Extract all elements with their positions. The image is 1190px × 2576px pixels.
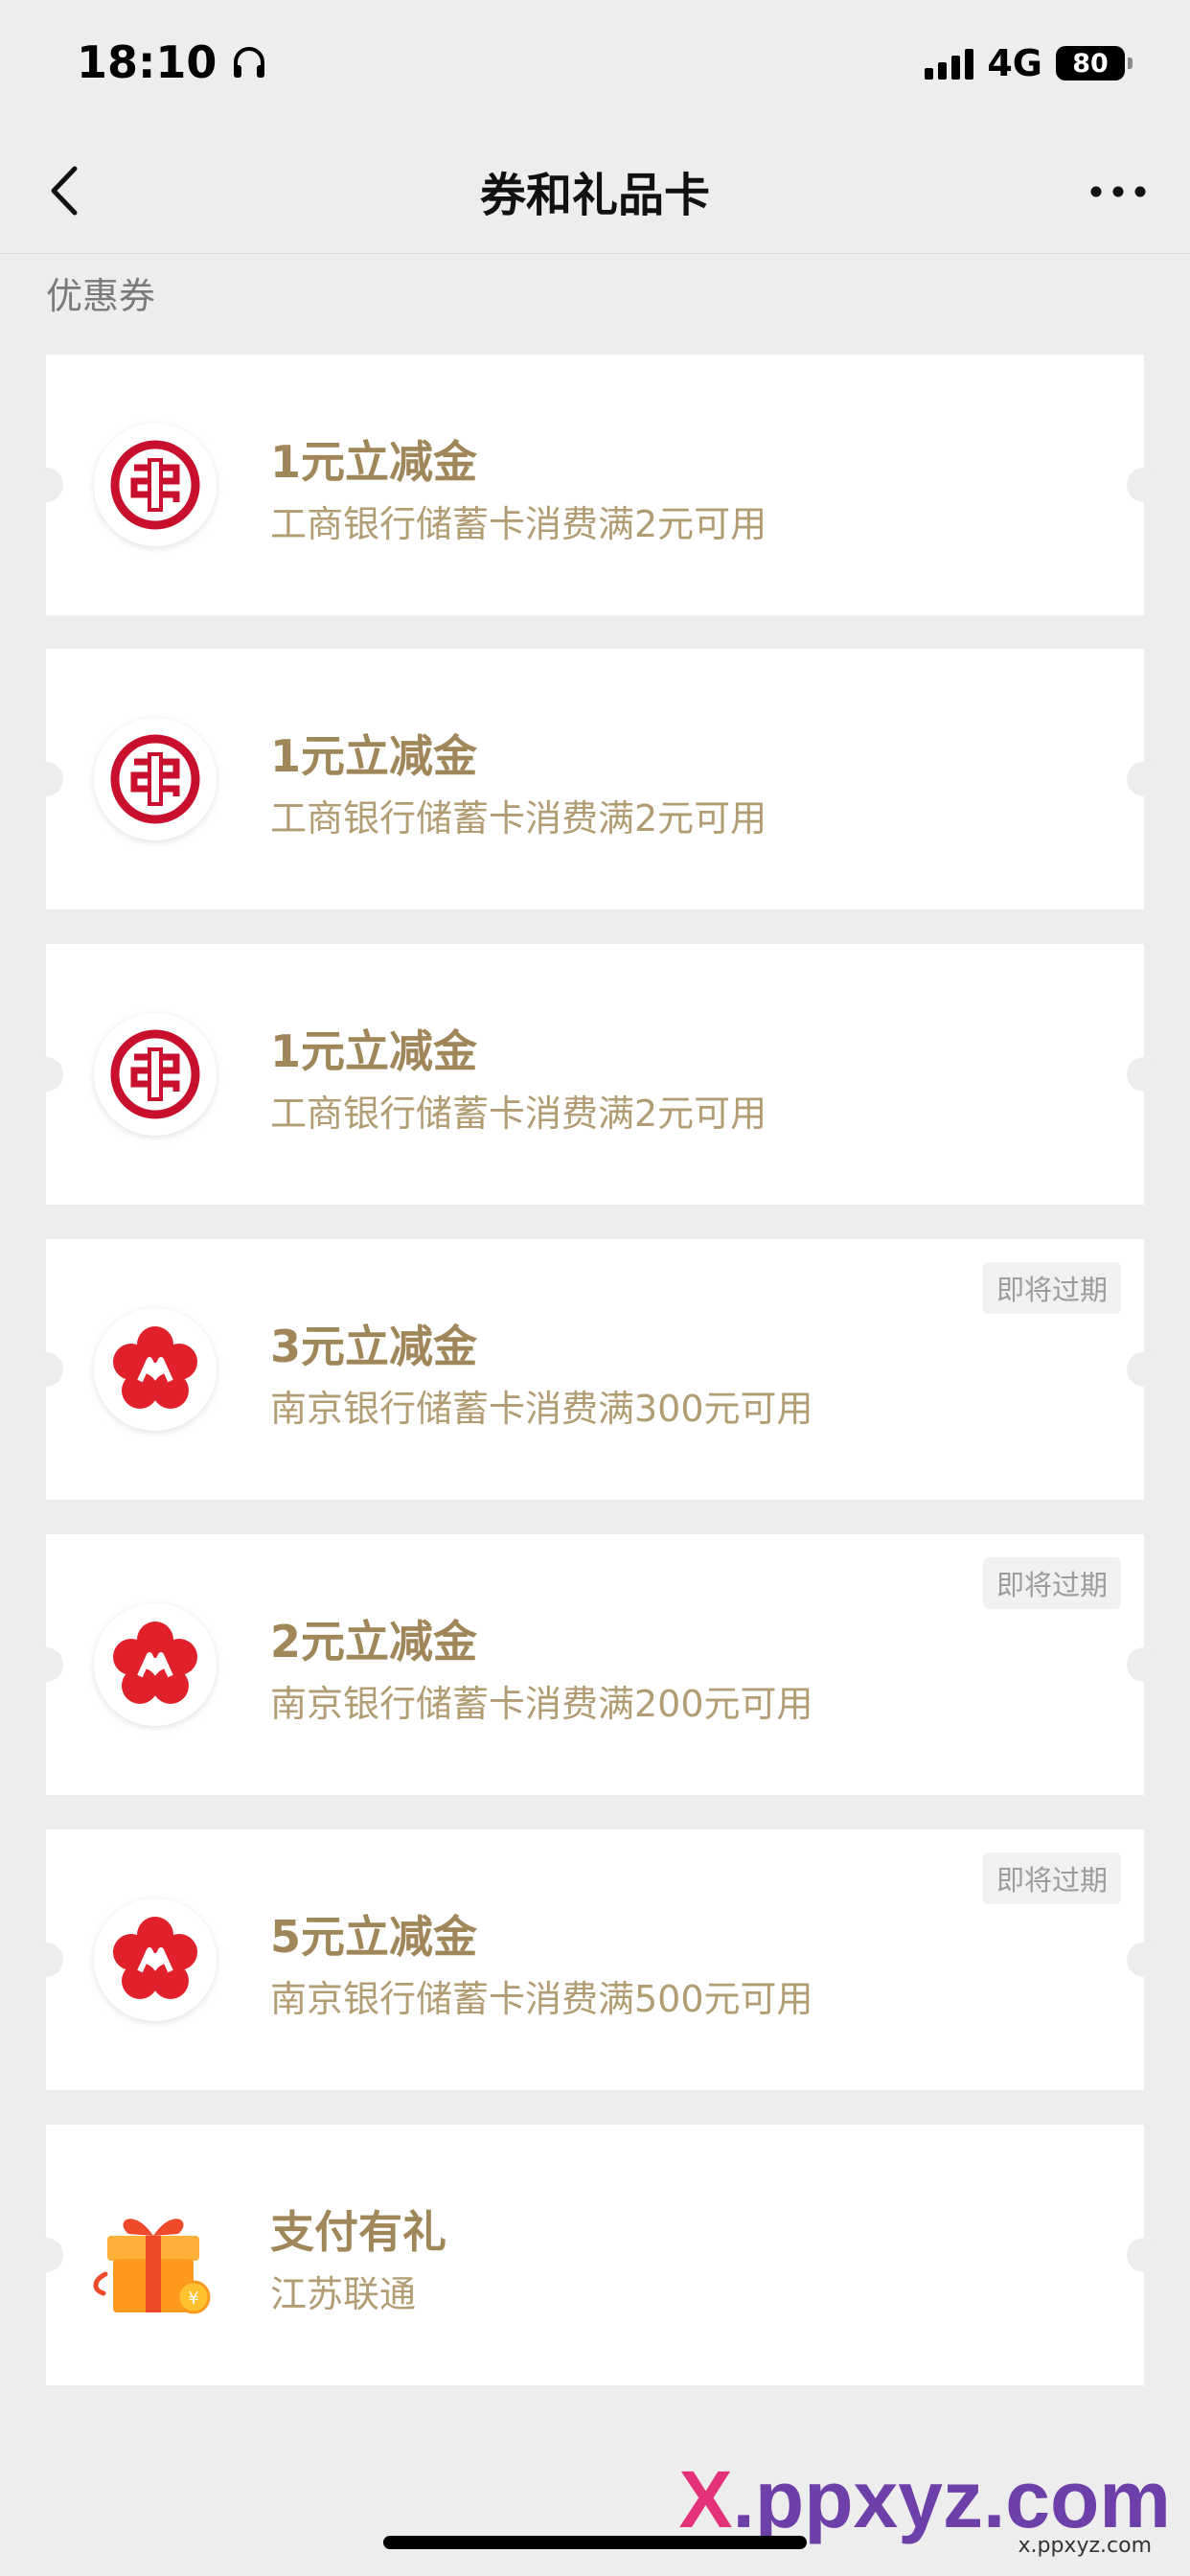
card-notch xyxy=(29,1352,63,1387)
bank-of-nanjing-logo-icon xyxy=(94,1308,217,1431)
card-notch xyxy=(1127,2238,1161,2272)
headphones-icon xyxy=(234,47,265,78)
site-watermark: X.ppxyz.com xyxy=(679,2453,1171,2546)
coupon-card[interactable]: ¥ 支付有礼 江苏联通 xyxy=(29,2125,1161,2385)
coupon-title: 支付有礼 xyxy=(270,2206,446,2258)
coupon-description: 工商银行储蓄卡消费满2元可用 xyxy=(270,1092,767,1135)
coupon-card[interactable]: 1元立减金 工商银行储蓄卡消费满2元可用 xyxy=(29,649,1161,909)
coupon-title: 1元立减金 xyxy=(270,436,478,488)
coupon-description: 工商银行储蓄卡消费满2元可用 xyxy=(270,797,767,840)
clock-text: 18:10 xyxy=(77,36,217,88)
expiring-soon-badge: 即将过期 xyxy=(982,1557,1121,1609)
coupon-description: 南京银行储蓄卡消费满500元可用 xyxy=(270,1978,813,2020)
icbc-logo-icon xyxy=(94,718,217,840)
coupon-title: 1元立减金 xyxy=(270,730,478,782)
card-notch xyxy=(29,1057,63,1092)
network-type: 4G xyxy=(987,42,1042,84)
bank-of-nanjing-logo-icon xyxy=(94,1898,217,2021)
icbc-logo-icon xyxy=(94,1013,217,1136)
expiring-soon-badge: 即将过期 xyxy=(982,1852,1121,1904)
coupon-card[interactable]: 即将过期 3元立减金 南京银行储蓄卡消费满300元可用 xyxy=(29,1239,1161,1500)
expiring-soon-badge: 即将过期 xyxy=(982,1262,1121,1314)
cellular-signal-icon xyxy=(925,47,974,80)
gift-box-icon: ¥ xyxy=(93,2219,211,2314)
home-indicator[interactable] xyxy=(383,2536,807,2549)
card-notch xyxy=(1127,468,1161,502)
svg-text:¥: ¥ xyxy=(188,2288,198,2309)
icbc-logo-icon xyxy=(94,424,217,546)
coupon-card[interactable]: 即将过期 5元立减金 南京银行储蓄卡消费满500元可用 xyxy=(29,1829,1161,2090)
coupon-description: 南京银行储蓄卡消费满300元可用 xyxy=(270,1388,813,1430)
coupon-title: 3元立减金 xyxy=(270,1321,478,1372)
nav-bar: 券和礼品卡 xyxy=(0,128,1190,254)
section-label-coupons: 优惠券 xyxy=(46,275,156,317)
coupon-card[interactable]: 1元立减金 工商银行储蓄卡消费满2元可用 xyxy=(29,355,1161,615)
bank-of-nanjing-logo-icon xyxy=(94,1603,217,1726)
status-time: 18:10 xyxy=(77,36,268,88)
battery-icon: 80 xyxy=(1056,46,1133,80)
coupon-title: 5元立减金 xyxy=(270,1911,478,1963)
coupon-title: 1元立减金 xyxy=(270,1025,478,1077)
status-bar: 18:10 4G 80 xyxy=(0,0,1190,128)
page-title: 券和礼品卡 xyxy=(479,169,710,222)
card-notch xyxy=(1127,1057,1161,1092)
coupon-title: 2元立减金 xyxy=(270,1616,478,1668)
coupon-card[interactable]: 即将过期 2元立减金 南京银行储蓄卡消费满200元可用 xyxy=(29,1534,1161,1795)
battery-level: 80 xyxy=(1072,48,1109,79)
coupon-card[interactable]: 1元立减金 工商银行储蓄卡消费满2元可用 xyxy=(29,944,1161,1205)
card-notch xyxy=(1127,1647,1161,1682)
card-notch xyxy=(29,762,63,796)
card-notch xyxy=(29,468,63,502)
watermark-subtext: x.ppxyz.com xyxy=(1018,2534,1152,2558)
card-notch xyxy=(29,2238,63,2272)
card-notch xyxy=(29,1943,63,1977)
more-options-icon[interactable] xyxy=(1085,172,1152,211)
card-notch xyxy=(1127,762,1161,796)
card-notch xyxy=(1127,1352,1161,1387)
coupon-description: 江苏联通 xyxy=(270,2273,417,2315)
card-notch xyxy=(29,1647,63,1682)
status-right: 4G 80 xyxy=(925,42,1133,84)
coupon-description: 南京银行储蓄卡消费满200元可用 xyxy=(270,1683,813,1725)
watermark-domain: .ppxyz.com xyxy=(732,2454,1171,2544)
card-notch xyxy=(1127,1943,1161,1977)
watermark-x: X xyxy=(678,2454,733,2544)
coupon-description: 工商银行储蓄卡消费满2元可用 xyxy=(270,503,767,545)
